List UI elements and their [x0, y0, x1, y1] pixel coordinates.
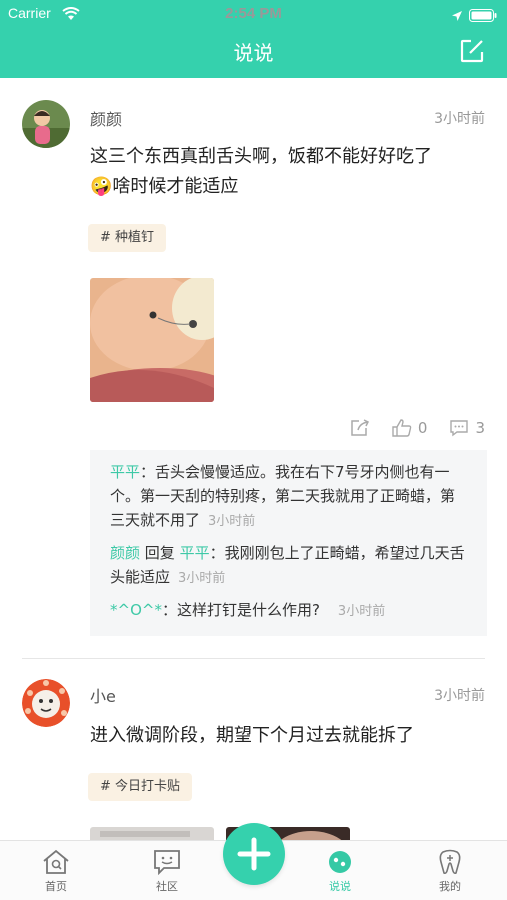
status-bar: Carrier 2:54 PM — [0, 0, 507, 28]
comment-time: 3小时前 — [337, 604, 386, 619]
status-time: 2:54 PM — [225, 5, 282, 22]
share-icon — [351, 419, 369, 436]
chat-bubble-icon — [154, 850, 180, 875]
page-title: 说说 — [233, 41, 274, 65]
post-text-continued: 啥时候才能适应 — [112, 176, 239, 197]
post-actions: 0 3 — [350, 418, 485, 438]
tab-label: 我的 — [439, 880, 461, 893]
bubble-dots-icon — [329, 851, 351, 873]
battery-icon — [469, 7, 497, 26]
tab-home[interactable]: 首页 — [26, 849, 86, 894]
comment-icon — [450, 420, 469, 437]
compose-button[interactable] — [459, 38, 485, 64]
tab-shuoshuo[interactable]: 说说 — [310, 849, 370, 894]
reply-target[interactable]: 平平 — [180, 544, 210, 562]
post-card: 小e 3小时前 进入微调阶段，期望下个月过去就能拆了 # 今日打卡贴 — [0, 659, 507, 840]
post-text: 进入微调阶段，期望下个月过去就能拆了 — [90, 725, 414, 746]
tab-mine[interactable]: 我的 — [420, 849, 480, 894]
add-post-button[interactable] — [223, 823, 285, 885]
comment-time: 3小时前 — [208, 514, 256, 529]
emoji: 🤪 — [90, 176, 113, 197]
comment-item[interactable]: 平平：舌头会慢慢适应。我在右下7号牙内侧也有一个。第一天刮的特别疼，第二天我就用… — [110, 460, 469, 534]
post-text-line: 🤪啥时候才能适应 — [90, 172, 490, 202]
post-username[interactable]: 小e — [90, 683, 116, 707]
post-text: 这三个东西真刮舌头啊，饭都不能好好吃了 🤪啥时候才能适应 — [90, 142, 490, 202]
topic-tag[interactable]: # 今日打卡贴 — [88, 773, 193, 801]
comment-list: 平平：舌头会慢慢适应。我在右下7号牙内侧也有一个。第一天刮的特别疼，第二天我就用… — [90, 450, 487, 636]
comment-text: ：舌头会慢慢适应。我在右下7号牙内侧也有一个。第一天刮的特别疼，第二天我就用了正… — [110, 463, 456, 529]
comment-author[interactable]: 平平 — [110, 463, 140, 481]
topic-tag[interactable]: # 种植钉 — [88, 224, 167, 252]
post-photo[interactable] — [90, 827, 214, 840]
comment-item[interactable]: *^O^*：这样打钉是什么作用? 3小时前 — [110, 598, 469, 624]
avatar[interactable] — [22, 679, 70, 727]
like-button[interactable]: 0 — [392, 419, 428, 437]
reply-label: 回复 — [140, 544, 180, 562]
comment-author[interactable]: 颜颜 — [110, 544, 140, 562]
post-time: 3小时前 — [434, 688, 485, 704]
share-button[interactable] — [350, 419, 370, 437]
tab-label: 社区 — [156, 880, 178, 893]
comment-count: 3 — [475, 419, 485, 437]
avatar[interactable] — [22, 100, 70, 148]
location-arrow-icon — [451, 7, 463, 26]
comment-item[interactable]: 颜颜 回复 平平：我刚刚包上了正畸蜡，希望过几天舌头能适应 3小时前 — [110, 541, 469, 591]
top-bar: Carrier 2:54 PM 说说 — [0, 0, 507, 78]
edit-icon — [460, 39, 484, 63]
post-username[interactable]: 颜颜 — [90, 106, 122, 130]
feed[interactable]: 颜颜 3小时前 这三个东西真刮舌头啊，饭都不能好好吃了 🤪啥时候才能适应 # 种… — [0, 78, 507, 840]
post-time: 3小时前 — [434, 111, 485, 127]
tab-label: 首页 — [45, 880, 67, 893]
like-count: 0 — [417, 419, 428, 437]
tab-label: 说说 — [329, 880, 351, 893]
post-photo[interactable] — [90, 278, 214, 402]
post-text-line: 这三个东西真刮舌头啊，饭都不能好好吃了 — [90, 146, 432, 167]
plus-icon — [237, 837, 271, 871]
comment-text: ：这样打钉是什么作用? — [161, 601, 320, 619]
thumbs-up-icon — [392, 419, 412, 437]
comment-button[interactable]: 3 — [449, 419, 485, 437]
tab-community[interactable]: 社区 — [137, 849, 197, 894]
home-icon — [43, 849, 69, 874]
comment-author[interactable]: *^O^* — [110, 601, 162, 619]
comment-time: 3小时前 — [178, 571, 226, 586]
post-card: 颜颜 3小时前 这三个东西真刮舌头啊，饭都不能好好吃了 🤪啥时候才能适应 # 种… — [0, 78, 507, 658]
tooth-icon — [439, 849, 461, 875]
